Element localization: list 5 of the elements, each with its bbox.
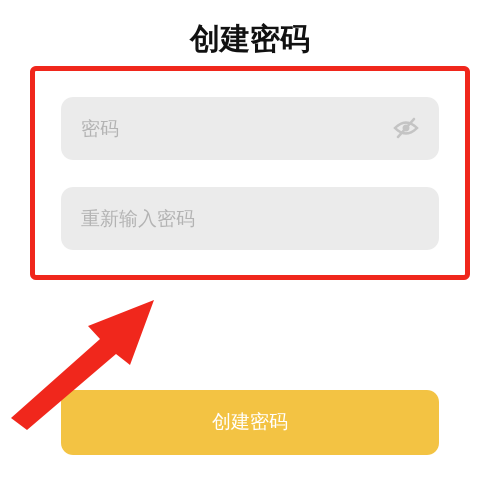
input-field[interactable]: 密码 <box>61 97 439 160</box>
page-title: 创建密码 <box>190 21 310 59</box>
eye-slash-icon[interactable] <box>393 117 419 139</box>
input-field[interactable]: 重新输入密码 <box>61 187 439 250</box>
create-password-button[interactable]: 创建密码 <box>61 390 439 455</box>
